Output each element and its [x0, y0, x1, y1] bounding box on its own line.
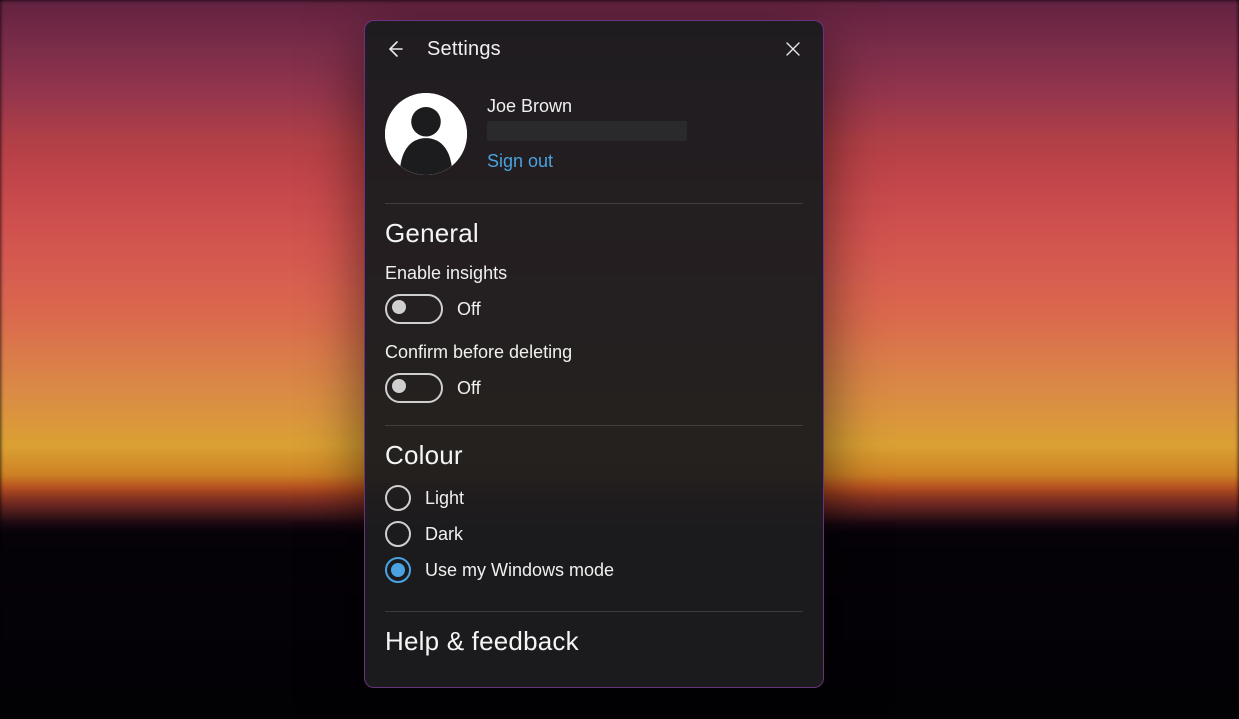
- colour-option-light[interactable]: Light: [385, 485, 803, 511]
- colour-option-windows[interactable]: Use my Windows mode: [385, 557, 803, 583]
- enable-insights-row: Enable insights Off: [385, 263, 803, 324]
- account-row: Joe Brown Sign out: [385, 85, 803, 185]
- close-button[interactable]: [775, 31, 811, 67]
- panel-title: Settings: [427, 38, 761, 61]
- back-button[interactable]: [377, 31, 413, 67]
- colour-option-light-label: Light: [425, 488, 464, 509]
- colour-section: Colour Light Dark Use my Windows mode: [385, 440, 803, 612]
- radio-icon: [385, 521, 411, 547]
- toggle-knob-icon: [392, 300, 406, 314]
- radio-icon: [385, 557, 411, 583]
- account-section: Joe Brown Sign out: [385, 85, 803, 204]
- general-section: General Enable insights Off Confirm befo…: [385, 218, 803, 426]
- toggle-knob-icon: [392, 379, 406, 393]
- panel-header: Settings: [365, 21, 823, 77]
- colour-heading: Colour: [385, 440, 803, 471]
- avatar: [385, 93, 467, 175]
- help-heading: Help & feedback: [385, 626, 803, 657]
- colour-option-windows-label: Use my Windows mode: [425, 560, 614, 581]
- confirm-delete-toggle[interactable]: [385, 373, 443, 403]
- colour-option-dark[interactable]: Dark: [385, 521, 803, 547]
- account-name: Joe Brown: [487, 96, 687, 117]
- close-icon: [785, 41, 801, 57]
- back-arrow-icon: [385, 39, 405, 59]
- enable-insights-state: Off: [457, 299, 481, 320]
- confirm-delete-row: Confirm before deleting Off: [385, 342, 803, 403]
- account-info: Joe Brown Sign out: [487, 96, 687, 172]
- account-email-redacted: [487, 121, 687, 141]
- radio-icon: [385, 485, 411, 511]
- general-heading: General: [385, 218, 803, 249]
- person-icon: [385, 93, 467, 175]
- colour-option-dark-label: Dark: [425, 524, 463, 545]
- enable-insights-toggle[interactable]: [385, 294, 443, 324]
- confirm-delete-state: Off: [457, 378, 481, 399]
- help-section: Help & feedback: [385, 626, 803, 679]
- enable-insights-label: Enable insights: [385, 263, 803, 284]
- settings-panel: Settings Joe Brown: [364, 20, 824, 688]
- panel-body[interactable]: Joe Brown Sign out General Enable insigh…: [365, 77, 823, 687]
- confirm-delete-label: Confirm before deleting: [385, 342, 803, 363]
- sign-out-link[interactable]: Sign out: [487, 151, 687, 172]
